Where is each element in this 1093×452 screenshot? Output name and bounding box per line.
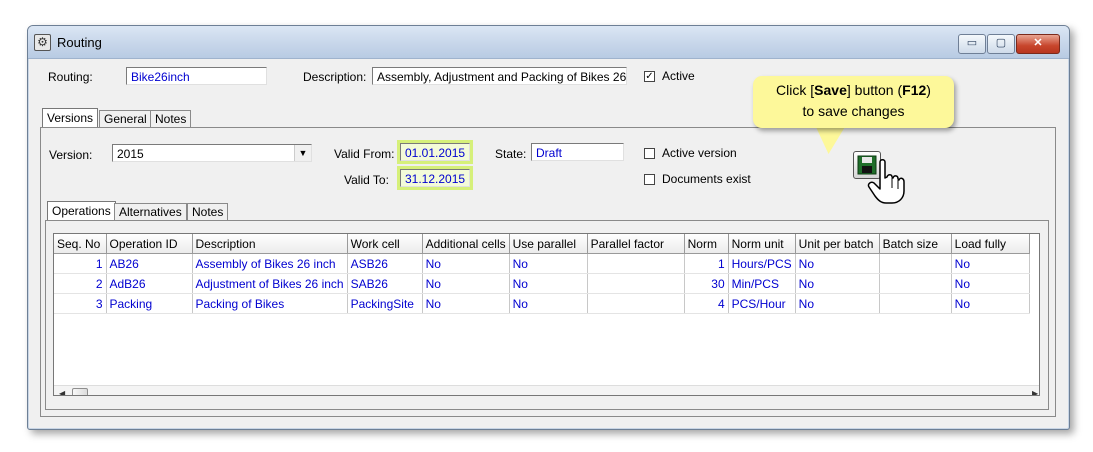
cell[interactable] [587, 293, 685, 314]
table-row[interactable]: 1 AB26 Assembly of Bikes 26 inch ASB26 N… [54, 253, 1030, 274]
cell[interactable]: 4 [684, 293, 729, 314]
cell[interactable]: No [509, 253, 588, 274]
column-header[interactable]: Operation ID [106, 234, 193, 254]
chevron-down-icon[interactable]: ▼ [294, 145, 311, 161]
cell[interactable]: No [951, 253, 1030, 274]
operations-table: Seq. No Operation ID Description Work ce… [54, 234, 1030, 314]
valid-from-label: Valid From: [334, 147, 395, 161]
column-header[interactable]: Load fully [951, 234, 1030, 254]
active-version-checkbox[interactable] [644, 148, 655, 159]
documents-exist-checkbox[interactable] [644, 174, 655, 185]
cell[interactable]: PackingSite [347, 293, 423, 314]
active-version-label: Active version [662, 146, 737, 160]
table-row[interactable]: 3 Packing Packing of Bikes PackingSite N… [54, 293, 1030, 314]
horizontal-scroll-thumb[interactable] [72, 388, 88, 395]
column-header[interactable]: Use parallel [509, 234, 588, 254]
cell[interactable] [587, 253, 685, 274]
cell[interactable] [587, 273, 685, 294]
cell[interactable]: No [509, 293, 588, 314]
cell[interactable]: AB26 [106, 253, 193, 274]
close-button[interactable]: ✕ [1016, 34, 1060, 54]
active-label: Active [662, 69, 695, 83]
cell[interactable]: 30 [684, 273, 729, 294]
cell[interactable]: PCS/Hour [728, 293, 796, 314]
cell[interactable]: AdB26 [106, 273, 193, 294]
operations-grid: Seq. No Operation ID Description Work ce… [53, 233, 1040, 396]
cell[interactable] [879, 293, 952, 314]
cell[interactable] [879, 253, 952, 274]
cell[interactable]: No [795, 273, 880, 294]
window-title: Routing [57, 35, 102, 50]
state-input[interactable]: Draft [531, 143, 624, 161]
cell[interactable]: No [795, 253, 880, 274]
cell[interactable]: No [422, 293, 510, 314]
routing-input[interactable]: Bike26inch [126, 67, 267, 85]
cell[interactable]: Min/PCS [728, 273, 796, 294]
table-header-row: Seq. No Operation ID Description Work ce… [54, 234, 1030, 254]
active-checkbox[interactable]: ✓ [644, 71, 655, 82]
callout-line-1: Click [Save] button (F12) [776, 82, 931, 98]
maximize-button[interactable]: ▢ [987, 34, 1015, 54]
documents-exist-label: Documents exist [662, 172, 751, 186]
title-bar[interactable]: ⚙ Routing ▭ ▢ ✕ [28, 26, 1069, 59]
table-row[interactable]: 2 AdB26 Adjustment of Bikes 26 inch SAB2… [54, 273, 1030, 294]
cell[interactable]: ASB26 [347, 253, 423, 274]
scroll-left-icon[interactable]: ◀ [59, 389, 65, 395]
valid-from-input[interactable]: 01.01.2015 [397, 140, 473, 164]
state-label: State: [495, 147, 527, 161]
column-header[interactable]: Additional cells [422, 234, 510, 254]
cell[interactable]: Packing of Bikes [192, 293, 348, 314]
column-header[interactable]: Unit per batch [795, 234, 880, 254]
callout-line-2: to save changes [802, 103, 905, 119]
column-header[interactable]: Seq. No [54, 234, 107, 254]
scroll-right-icon[interactable]: ▶ [1032, 389, 1038, 395]
cell[interactable]: No [951, 293, 1030, 314]
description-label: Description: [303, 70, 367, 84]
column-header[interactable]: Norm unit [728, 234, 796, 254]
version-select-value: 2015 [117, 147, 144, 161]
cell[interactable]: No [795, 293, 880, 314]
column-header[interactable]: Batch size [879, 234, 952, 254]
cell[interactable]: Adjustment of Bikes 26 inch [192, 273, 348, 294]
cell[interactable]: 2 [54, 273, 107, 294]
cell[interactable]: 1 [684, 253, 729, 274]
tab-sub-notes[interactable]: Notes [187, 203, 229, 220]
tab-versions[interactable]: Versions [42, 108, 99, 127]
description-input[interactable]: Assembly, Adjustment and Packing of Bike… [372, 67, 627, 85]
cell[interactable]: No [509, 273, 588, 294]
cell[interactable] [879, 273, 952, 294]
cell[interactable]: No [951, 273, 1030, 294]
cell[interactable]: Hours/PCS [728, 253, 796, 274]
cell[interactable]: Packing [106, 293, 193, 314]
valid-to-label: Valid To: [344, 173, 389, 187]
valid-to-input[interactable]: 31.12.2015 [397, 166, 473, 190]
column-header[interactable]: Norm [684, 234, 729, 254]
minimize-button[interactable]: ▭ [958, 34, 986, 54]
tab-general[interactable]: General [99, 110, 152, 127]
cell[interactable]: Assembly of Bikes 26 inch [192, 253, 348, 274]
routing-label: Routing: [48, 70, 93, 84]
cell[interactable]: 3 [54, 293, 107, 314]
save-hint-callout: Click [Save] button (F12) to save change… [753, 76, 954, 128]
column-header[interactable]: Parallel factor [587, 234, 685, 254]
hand-pointer-icon [867, 159, 905, 204]
cell[interactable]: No [422, 253, 510, 274]
tab-operations[interactable]: Operations [47, 201, 116, 220]
version-select[interactable]: 2015 [112, 144, 312, 162]
column-header[interactable]: Description [192, 234, 348, 254]
tab-notes[interactable]: Notes [150, 110, 192, 127]
tab-alternatives[interactable]: Alternatives [114, 203, 187, 220]
gear-icon: ⚙ [34, 34, 51, 51]
cell[interactable]: No [422, 273, 510, 294]
column-header[interactable]: Work cell [347, 234, 423, 254]
cell[interactable]: 1 [54, 253, 107, 274]
cell[interactable]: SAB26 [347, 273, 423, 294]
horizontal-scrollbar[interactable]: ◀ ▶ [54, 385, 1039, 395]
version-label: Version: [49, 148, 93, 162]
